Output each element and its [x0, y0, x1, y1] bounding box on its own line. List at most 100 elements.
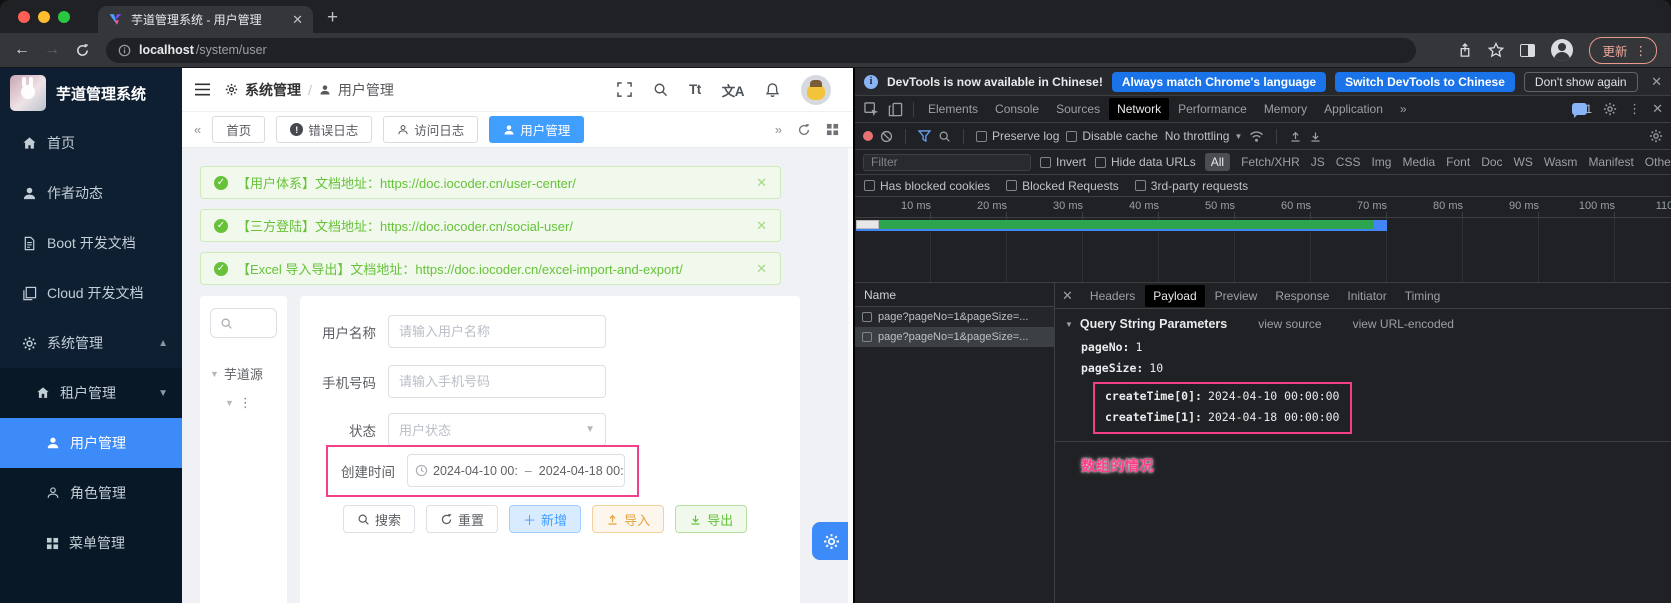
close-icon[interactable]: ✕	[756, 175, 767, 191]
apps-grid-icon[interactable]	[826, 123, 839, 136]
network-conditions-icon[interactable]	[1249, 130, 1264, 143]
tab-console[interactable]: Console	[987, 98, 1047, 120]
side-panel-icon[interactable]	[1520, 44, 1535, 57]
chip-img[interactable]: Img	[1371, 155, 1391, 169]
sidebar-item-system[interactable]: 系统管理 ▲	[0, 318, 182, 368]
sidebar-item-tenant[interactable]: 租户管理 ▼	[0, 368, 182, 418]
page-scrollbar[interactable]	[848, 148, 853, 603]
more-tabs-icon[interactable]: »	[1392, 98, 1415, 120]
font-size-icon[interactable]: Tt	[689, 82, 701, 97]
kebab-menu-icon[interactable]: ⋮	[1628, 101, 1641, 117]
chip-media[interactable]: Media	[1402, 155, 1435, 169]
add-button[interactable]: ＋ 新增	[509, 505, 581, 533]
settings-gear-icon[interactable]	[1603, 102, 1617, 116]
tree-node-root[interactable]: ▼ 芋道源	[210, 364, 277, 383]
export-har-icon[interactable]	[1309, 130, 1322, 143]
settings-fab-button[interactable]	[812, 522, 850, 560]
chip-other[interactable]: Other	[1645, 155, 1671, 169]
kebab-menu-icon[interactable]: ⋮	[1635, 43, 1648, 58]
import-har-icon[interactable]	[1289, 130, 1302, 143]
tags-scroll-right-icon[interactable]: »	[775, 122, 782, 137]
zoom-window-button[interactable]	[58, 11, 70, 23]
app-logo-row[interactable]: 芋道管理系统	[0, 68, 182, 118]
chip-fetch-xhr[interactable]: Fetch/XHR	[1241, 155, 1300, 169]
tab-close-icon[interactable]: ✕	[292, 12, 303, 28]
reset-button[interactable]: 重置	[426, 505, 498, 533]
has-blocked-cookies-checkbox[interactable]: Has blocked cookies	[864, 179, 990, 193]
issues-counter[interactable]: 1	[1572, 102, 1592, 116]
sidebar-item-users[interactable]: 用户管理	[0, 418, 182, 468]
refresh-icon[interactable]	[797, 123, 811, 137]
username-input[interactable]	[388, 315, 606, 348]
tab-sources[interactable]: Sources	[1048, 98, 1108, 120]
browser-profile-icon[interactable]	[1551, 39, 1573, 61]
bell-icon[interactable]	[765, 82, 780, 98]
reload-icon[interactable]	[70, 43, 94, 58]
minimize-window-button[interactable]	[38, 11, 50, 23]
user-avatar[interactable]	[801, 75, 831, 105]
hide-data-urls-checkbox[interactable]: Hide data URLs	[1095, 155, 1196, 169]
tab-initiator[interactable]: Initiator	[1339, 285, 1394, 307]
sidebar-item-boot-docs[interactable]: Boot 开发文档	[0, 218, 182, 268]
tab-performance[interactable]: Performance	[1170, 98, 1255, 120]
createtime-range-input[interactable]: 2024-04-10 00: – 2024-04-18 00:	[407, 454, 625, 487]
record-icon[interactable]	[863, 131, 873, 141]
caret-down-icon[interactable]: ▼	[1065, 320, 1073, 329]
tag-user-management[interactable]: 用户管理	[489, 116, 584, 143]
clear-icon[interactable]	[880, 130, 893, 143]
new-tab-button[interactable]: +	[327, 7, 338, 29]
collapse-menu-icon[interactable]	[194, 82, 211, 97]
bookmark-star-icon[interactable]	[1488, 42, 1504, 58]
status-select[interactable]: 用户状态 ▼	[388, 413, 606, 446]
forward-icon[interactable]: →	[40, 41, 64, 59]
search-icon[interactable]	[653, 82, 668, 97]
throttling-select[interactable]: No throttling ▼	[1165, 129, 1243, 143]
breadcrumb-section[interactable]: 系统管理	[245, 80, 301, 100]
invert-checkbox[interactable]: Invert	[1040, 155, 1086, 169]
import-button[interactable]: 导入	[592, 505, 664, 533]
close-window-button[interactable]	[18, 11, 30, 23]
translate-icon[interactable]: 文A	[722, 80, 744, 100]
share-icon[interactable]	[1458, 43, 1472, 58]
sidebar-item-roles[interactable]: 角色管理	[0, 468, 182, 518]
close-icon[interactable]: ✕	[1651, 74, 1662, 90]
tab-elements[interactable]: Elements	[920, 98, 986, 120]
tree-node-child[interactable]: ▼ ⋮	[210, 395, 277, 411]
sidebar-item-cloud-docs[interactable]: Cloud 开发文档	[0, 268, 182, 318]
name-column-header[interactable]: Name	[855, 283, 1054, 307]
mobile-input[interactable]	[388, 365, 606, 398]
tab-payload[interactable]: Payload	[1145, 285, 1204, 307]
overview-waterfall[interactable]	[855, 218, 1671, 233]
view-url-encoded-link[interactable]: view URL-encoded	[1353, 317, 1454, 331]
tab-memory[interactable]: Memory	[1256, 98, 1315, 120]
tab-network[interactable]: Network	[1109, 98, 1169, 120]
chip-all[interactable]: All	[1205, 153, 1230, 171]
tag-home[interactable]: 首页	[212, 116, 265, 143]
chip-css[interactable]: CSS	[1336, 155, 1361, 169]
close-devtools-icon[interactable]: ✕	[1652, 101, 1663, 117]
sidebar-item-home[interactable]: 首页	[0, 118, 182, 168]
chip-ws[interactable]: WS	[1514, 155, 1533, 169]
inspect-element-icon[interactable]	[864, 102, 879, 117]
checkbox-icon[interactable]	[862, 332, 872, 342]
close-icon[interactable]: ✕	[756, 261, 767, 277]
request-row-selected[interactable]: page?pageNo=1&pageSize=...	[855, 327, 1054, 347]
address-bar[interactable]: localhost /system/user	[106, 38, 1416, 63]
third-party-requests-checkbox[interactable]: 3rd-party requests	[1135, 179, 1248, 193]
site-info-icon[interactable]	[118, 44, 131, 57]
caret-down-icon[interactable]: ▼	[225, 398, 234, 408]
filter-funnel-icon[interactable]	[918, 130, 931, 142]
tab-preview[interactable]: Preview	[1207, 285, 1266, 307]
dont-show-again-button[interactable]: Don't show again	[1524, 72, 1638, 92]
search-button[interactable]: 搜索	[343, 505, 415, 533]
chip-js[interactable]: JS	[1311, 155, 1325, 169]
checkbox-icon[interactable]	[862, 312, 872, 322]
search-icon[interactable]	[938, 130, 951, 143]
export-button[interactable]: 导出	[675, 505, 747, 533]
chrome-update-button[interactable]: 更新 ⋮	[1589, 37, 1657, 64]
tab-response[interactable]: Response	[1267, 285, 1337, 307]
chip-font[interactable]: Font	[1446, 155, 1470, 169]
tag-access-log[interactable]: 访问日志	[383, 116, 478, 143]
tag-error-log[interactable]: ! 错误日志	[276, 116, 372, 143]
sidebar-item-author[interactable]: 作者动态	[0, 168, 182, 218]
